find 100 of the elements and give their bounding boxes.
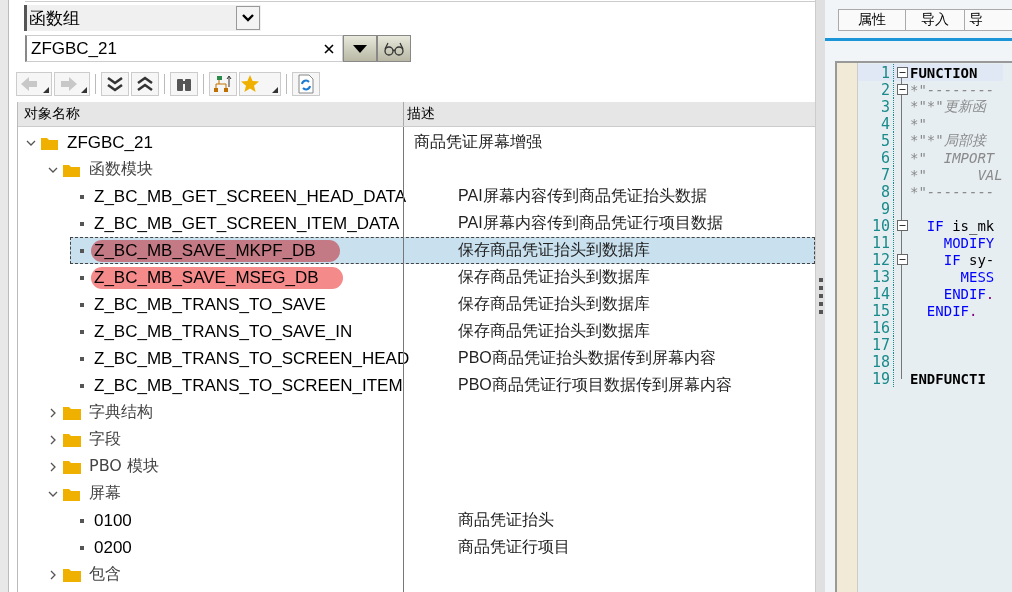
code-line: *"-------- (910, 183, 995, 200)
line-number: 9 (858, 200, 894, 217)
bullet-icon (80, 356, 84, 361)
dropdown-button[interactable] (343, 35, 377, 62)
tree-row[interactable]: 字典结构 (18, 399, 815, 426)
object-name: 0100 (93, 509, 133, 532)
object-description: PBO商品凭证行项目数据传到屏幕内容 (458, 375, 732, 395)
object-description: 保存商品凭证抬头到数据库 (458, 321, 650, 341)
folder-icon (63, 405, 81, 420)
chevron-right-icon[interactable] (48, 569, 58, 580)
chevron-right-icon[interactable] (48, 407, 58, 418)
forward-button[interactable] (54, 72, 90, 96)
object-description: PAI屏幕内容传到商品凭证抬头数据 (458, 186, 707, 206)
code-line: MODIFY (942, 234, 995, 251)
editor-tab[interactable]: 导 (965, 10, 983, 30)
dropdown-toggle[interactable] (236, 6, 260, 30)
object-name: Z_BC_MB_TRANS_TO_SCREEN_HEAD (93, 347, 411, 370)
object-description: 商品凭证行项目 (458, 537, 570, 557)
object-name: PBO 模块 (88, 455, 161, 477)
tree-row[interactable]: 0100 商品凭证抬头 (18, 507, 815, 534)
tree-row[interactable]: 屏幕 (18, 480, 815, 507)
hierarchy-button[interactable] (209, 72, 237, 96)
line-number: 17 (858, 336, 894, 353)
chevron-right-icon[interactable] (48, 434, 58, 445)
tree-row[interactable]: Z_BC_MB_TRANS_TO_SAVE 保存商品凭证抬头到数据库 (18, 291, 815, 318)
column-header[interactable]: 描述 (404, 102, 441, 126)
collapse-icon[interactable] (896, 220, 908, 231)
object-description: 商品凭证抬头 (458, 510, 554, 530)
collapse-icon[interactable] (896, 84, 908, 95)
tree-row[interactable]: PBO 模块 (18, 453, 815, 480)
object-description: 商品凭证屏幕增强 (414, 132, 542, 152)
glasses-icon (383, 41, 405, 56)
tree-row[interactable]: 包含 (18, 561, 815, 588)
collapse-all-button[interactable] (131, 72, 159, 96)
object-name: Z_BC_MB_TRANS_TO_SAVE_IN (93, 320, 354, 343)
caret-down-icon (241, 13, 255, 23)
editor-tab[interactable]: 属性 (839, 10, 906, 30)
bullet-icon (80, 275, 84, 280)
tree-row[interactable]: ZFGBC_21 商品凭证屏幕增强 (18, 129, 815, 156)
tree-row[interactable]: Z_BC_MB_TRANS_TO_SCREEN_ITEM PBO商品凭证行项目数据传到屏幕内容 (18, 372, 815, 399)
chevron-right-icon[interactable] (48, 461, 58, 472)
object-name: 函数模块 (88, 158, 154, 180)
object-name: Z_BC_MB_TRANS_TO_SAVE (93, 293, 327, 316)
line-number: 16 (858, 319, 894, 336)
code-line: *"*"更新函 (910, 97, 986, 114)
expand-all-button[interactable] (101, 72, 129, 96)
favorites-button[interactable] (239, 72, 281, 96)
code-line: *" IMPORT (910, 149, 995, 166)
tree-row[interactable]: 0200 商品凭证行项目 (18, 534, 815, 561)
object-type-dropdown[interactable]: 函数组 (24, 5, 261, 31)
code-line: IF is_mk (925, 217, 995, 234)
editor-tab[interactable]: 导入 (906, 10, 965, 30)
code-line: *"-------- (910, 81, 995, 98)
hierarchy-icon (214, 75, 232, 93)
object-description: 保存商品凭证抬头到数据库 (458, 267, 650, 287)
back-button[interactable] (16, 72, 52, 96)
collapse-icon[interactable] (896, 67, 908, 78)
line-number: 15 (858, 302, 894, 319)
refresh-button[interactable] (292, 72, 320, 96)
object-name: 包含 (88, 563, 122, 585)
tree-row[interactable]: Z_BC_MB_TRANS_TO_SAVE_IN 保存商品凭证抬头到数据库 (18, 318, 815, 345)
line-number: 18 (858, 353, 894, 370)
triangle-down-icon (353, 44, 367, 53)
tree-row[interactable]: Z_BC_MB_TRANS_TO_SCREEN_HEAD PBO商品凭证抬头数据传到屏幕内容 (18, 345, 815, 372)
binoculars-button[interactable] (170, 72, 198, 96)
tree-row[interactable]: Z_BC_MB_SAVE_MSEG_DB 保存商品凭证抬头到数据库 (18, 264, 815, 291)
code-editor[interactable]: 1 FUNCTION 2 *"-------- 3 *"*"更新函 4 *" 5 *"*"局部接 6 *" IMPORT 7 *" VAL 8 *"-------- 9 10 IF is_mk 11 MODIFY 12 IF sy- 13 MESS 14 ENDIF. 15 ENDIF. 16 17 18 19 ENDFUNCTI (835, 61, 1012, 592)
object-name: Z_BC_MB_TRANS_TO_SCREEN_ITEM (93, 374, 404, 397)
column-header[interactable]: 对象名称 (18, 102, 404, 126)
double-chevron-down-icon (106, 76, 124, 92)
code-line: ENDIF. (925, 302, 978, 319)
line-number: 10 (858, 217, 894, 234)
double-chevron-up-icon (136, 76, 154, 92)
bullet-icon (80, 194, 84, 199)
collapse-icon[interactable] (896, 254, 908, 265)
object-name: ZFGBC_21 (66, 131, 154, 154)
bullet-icon (80, 221, 84, 226)
binoculars-icon (176, 76, 192, 92)
tree-row[interactable]: Z_BC_MB_SAVE_MKPF_DB 保存商品凭证抬头到数据库 (70, 237, 815, 264)
line-number: 1 (858, 64, 894, 81)
clear-icon[interactable] (324, 43, 334, 54)
tree-row[interactable]: 函数模块 (18, 156, 815, 183)
object-description: PBO商品凭证抬头数据传到屏幕内容 (458, 348, 716, 368)
line-number: 11 (858, 234, 894, 251)
tree-row[interactable]: 字段 (18, 426, 815, 453)
splitter-handle[interactable] (818, 278, 823, 314)
object-name: Z_BC_MB_SAVE_MKPF_DB (91, 239, 340, 262)
refresh-document-icon (297, 74, 315, 94)
folder-icon (63, 567, 81, 582)
glasses-button[interactable] (377, 35, 411, 62)
object-name: 字段 (88, 428, 122, 450)
object-name-field[interactable]: ZFGBC_21 (25, 35, 343, 62)
tree-row[interactable]: Z_BC_MB_GET_SCREEN_ITEM_DATA PAI屏幕内容传到商品凭证行项目数据 (18, 210, 815, 237)
code-line: *" VAL (910, 166, 1003, 183)
line-number: 19 (858, 370, 894, 387)
code-line: FUNCTION (910, 64, 978, 81)
object-type-value: 函数组 (28, 7, 80, 30)
object-name: 字典结构 (88, 401, 154, 423)
bullet-icon (80, 329, 84, 334)
tree-row[interactable]: Z_BC_MB_GET_SCREEN_HEAD_DATA PAI屏幕内容传到商品凭证抬头数据 (18, 183, 815, 210)
